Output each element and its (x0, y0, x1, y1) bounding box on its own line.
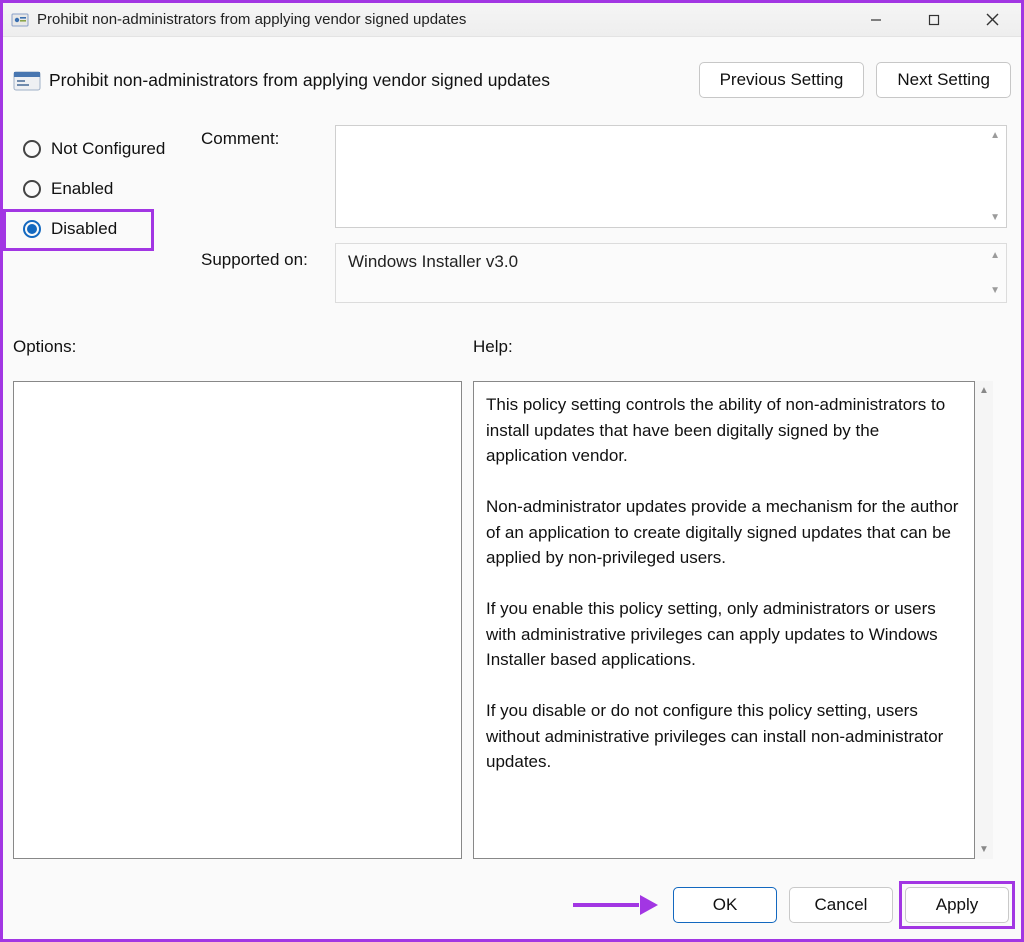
title-bar: Prohibit non-administrators from applyin… (3, 3, 1021, 37)
scroll-up-icon[interactable]: ▲ (990, 250, 1000, 261)
window: Prohibit non-administrators from applyin… (0, 0, 1024, 942)
radio-not-configured[interactable]: Not Configured (19, 129, 179, 169)
policy-icon (11, 11, 29, 29)
window-controls (847, 3, 1021, 36)
radio-enabled[interactable]: Enabled (19, 169, 179, 209)
scroll-down-icon[interactable]: ▼ (979, 840, 989, 859)
dialog-content: Prohibit non-administrators from applyin… (3, 37, 1021, 939)
scroll-up-icon[interactable]: ▲ (990, 130, 1000, 141)
minimize-button[interactable] (847, 3, 905, 36)
window-title: Prohibit non-administrators from applyin… (37, 11, 847, 28)
scroll-down-icon[interactable]: ▼ (990, 212, 1000, 223)
supported-on-label: Supported on: (201, 250, 308, 270)
state-radio-group: Not Configured Enabled Disabled (19, 129, 179, 249)
options-label: Options: (13, 337, 76, 357)
policy-header-icon (13, 69, 41, 93)
ok-button[interactable]: OK (673, 887, 777, 923)
options-pane (13, 381, 462, 859)
help-pane[interactable]: This policy setting controls the ability… (473, 381, 975, 859)
scroll-up-icon[interactable]: ▲ (979, 381, 989, 400)
radio-label: Not Configured (51, 139, 165, 159)
supported-on-value: Windows Installer v3.0 (348, 252, 518, 271)
help-scrollbar[interactable]: ▲ ▼ (975, 381, 993, 859)
radio-label: Disabled (51, 219, 117, 239)
previous-setting-button[interactable]: Previous Setting (699, 62, 865, 98)
radio-disabled[interactable]: Disabled (19, 209, 179, 249)
dialog-button-row: OK Cancel Apply (661, 887, 1009, 923)
help-region: This policy setting controls the ability… (473, 381, 993, 859)
comment-textarea[interactable]: ▲ ▼ (335, 125, 1007, 228)
help-label: Help: (473, 337, 513, 357)
policy-header: Prohibit non-administrators from applyin… (13, 55, 1011, 105)
radio-icon (23, 140, 41, 158)
radio-label: Enabled (51, 179, 113, 199)
cancel-button[interactable]: Cancel (789, 887, 893, 923)
radio-icon (23, 180, 41, 198)
policy-title: Prohibit non-administrators from applyin… (49, 70, 687, 91)
supported-on-box: Windows Installer v3.0 ▲ ▼ (335, 243, 1007, 303)
close-button[interactable] (963, 3, 1021, 36)
annotation-arrow-icon (573, 895, 658, 915)
comment-label: Comment: (201, 129, 279, 149)
scroll-down-icon[interactable]: ▼ (990, 285, 1000, 296)
apply-button[interactable]: Apply (905, 887, 1009, 923)
maximize-button[interactable] (905, 3, 963, 36)
next-setting-button[interactable]: Next Setting (876, 62, 1011, 98)
radio-icon (23, 220, 41, 238)
